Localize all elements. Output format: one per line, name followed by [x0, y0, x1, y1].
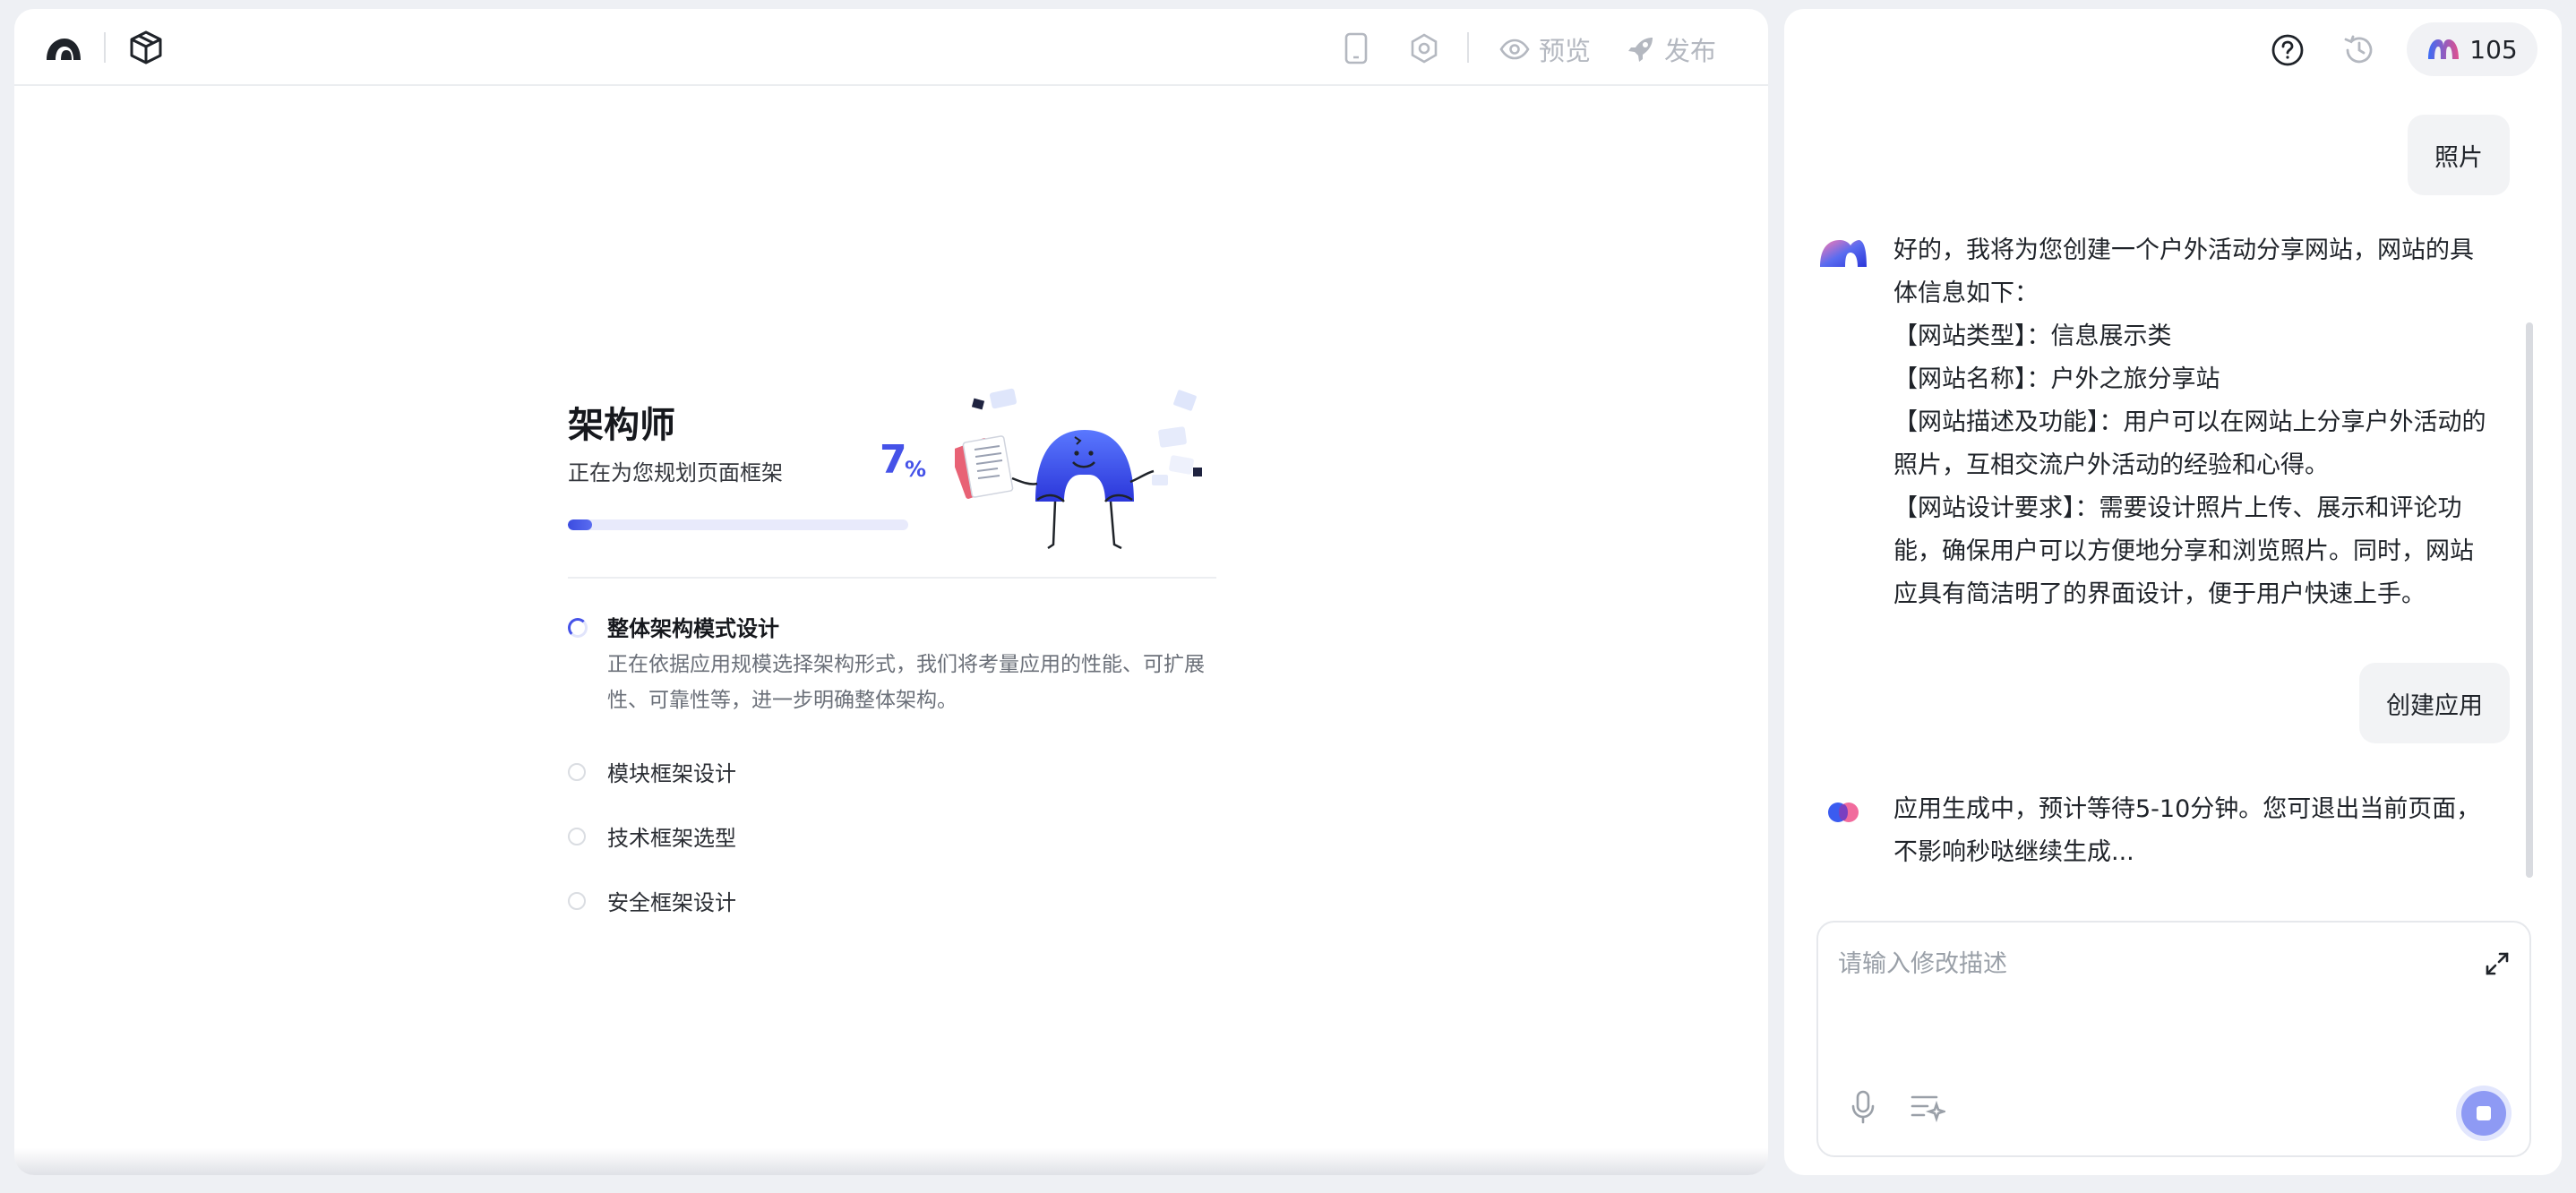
message-line: 不影响秒哒继续生成... [1893, 838, 2134, 866]
credits-count: 105 [2469, 34, 2518, 64]
message-line: 照片，互相交流户外活动的经验和心得。 [1893, 451, 2329, 479]
progress-percent: 7 [880, 437, 907, 483]
toolbar-divider-2 [1467, 32, 1469, 63]
agent-title: 架构师 [568, 405, 675, 446]
chat-scrollbar[interactable] [2526, 322, 2533, 878]
panel-bottom-shade [14, 1148, 1768, 1175]
step-label-4: 安全框架设计 [607, 890, 736, 915]
step-label-3: 技术框架选型 [607, 826, 736, 851]
progress-unit: % [905, 457, 927, 482]
cube-icon[interactable] [127, 29, 165, 66]
progress-bar [568, 519, 908, 530]
message-line: 体信息如下： [1893, 279, 2039, 307]
mobile-icon[interactable] [1338, 30, 1374, 66]
step-description-1: 正在依据应用规模选择架构形式，我们将考量应用的性能、可扩展性、可靠性等，进一步明… [607, 653, 1205, 712]
message-line: 应具有简洁明了的界面设计，便于用户快速上手。 [1893, 580, 2426, 608]
credits-badge[interactable]: 105 [2407, 22, 2537, 76]
message-line: 应用生成中，预计等待5-10分钟。您可退出当前页面， [1893, 795, 2481, 823]
prompt-list-icon[interactable] [1908, 1089, 1947, 1125]
preview-label: 预览 [1539, 36, 1592, 66]
pending-circle-icon [568, 892, 586, 910]
section-divider [568, 577, 1216, 579]
agent-subtitle: 正在为您规划页面框架 [568, 460, 783, 485]
step-label-1: 整体架构模式设计 [607, 616, 779, 641]
chat-panel: 105 照片 好的，我将为您创建一个户外活动分享网站，网站的具 体信息如下： 【… [1784, 9, 2562, 1175]
brand-icon [2428, 39, 2460, 59]
microphone-icon[interactable] [1845, 1087, 1881, 1127]
assistant-thinking-icon [1825, 799, 1861, 829]
settings-icon[interactable] [1406, 30, 1442, 66]
message-line: 【网站类型】：信息展示类 [1893, 322, 2172, 350]
loading-spinner-icon [568, 618, 588, 638]
assistant-avatar-icon [1818, 236, 1868, 272]
stop-generation-button[interactable] [2461, 1091, 2506, 1136]
history-icon[interactable] [2340, 30, 2379, 70]
pending-circle-icon [568, 763, 586, 781]
stop-icon [2477, 1106, 2491, 1120]
message-line: 好的，我将为您创建一个户外活动分享网站，网站的具 [1893, 236, 2474, 264]
user-message-2: 创建应用 [2359, 663, 2510, 743]
logo-icon[interactable] [43, 32, 84, 64]
modify-description-input[interactable] [1838, 944, 2447, 1051]
expand-icon[interactable] [2481, 948, 2513, 980]
progress-bar-fill [568, 519, 592, 530]
composer [1816, 921, 2531, 1157]
pending-circle-icon [568, 828, 586, 845]
rocket-icon [1628, 38, 1653, 62]
publish-label: 发布 [1664, 36, 1717, 66]
message-line: 能，确保用户可以方便地分享和浏览照片。同时，网站 [1893, 537, 2474, 565]
message-line: 【网站描述及功能】：用户可以在网站上分享户外活动的 [1893, 408, 2486, 436]
help-icon[interactable] [2268, 30, 2307, 70]
canvas-panel: 预览 发布 架构师 正在为您规划页面框架 7 % 整体架构模式设计 正在依据应用… [14, 9, 1768, 1175]
step-label-2: 模块框架设计 [607, 761, 736, 786]
assistant-message-1: 好的，我将为您创建一个户外活动分享网站，网站的具 体信息如下： 【网站类型】：信… [1893, 229, 2520, 616]
assistant-message-2: 应用生成中，预计等待5-10分钟。您可退出当前页面， 不影响秒哒继续生成... [1893, 788, 2520, 874]
toolbar-divider [104, 32, 106, 63]
preview-button[interactable]: 预览 [1499, 30, 1591, 68]
publish-button[interactable]: 发布 [1627, 30, 1716, 68]
message-line: 【网站设计要求】：需要设计照片上传、展示和评论功 [1893, 494, 2462, 522]
architect-mascot-illustration [949, 385, 1215, 555]
canvas-toolbar: 预览 发布 [14, 9, 1768, 86]
eye-icon [1499, 39, 1530, 60]
message-line: 【网站名称】：户外之旅分享站 [1893, 365, 2220, 393]
user-message-1: 照片 [2408, 115, 2510, 195]
